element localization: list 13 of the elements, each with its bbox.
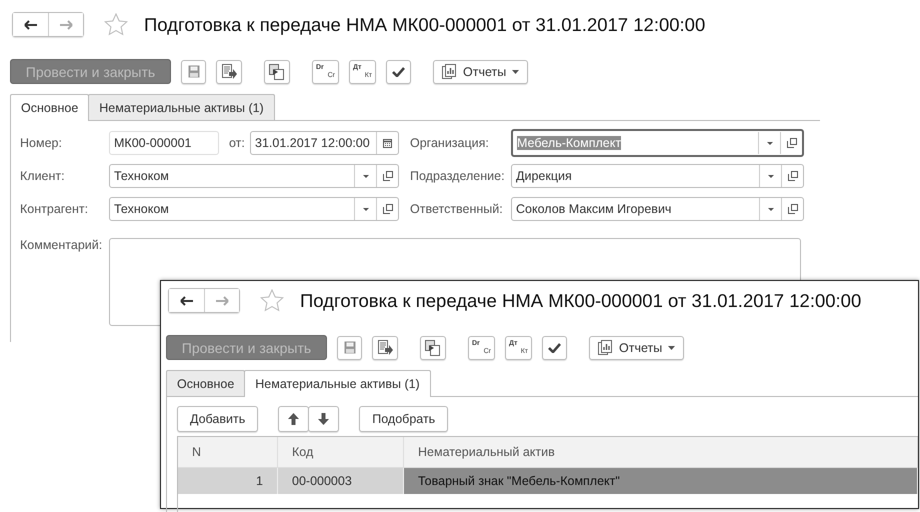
field-label: Контрагент: xyxy=(20,202,90,216)
table-cell: 1 xyxy=(178,468,278,494)
table-cell: Товарный знак "Мебель-Комплект" xyxy=(404,468,918,494)
field-label: Ответственный: xyxy=(410,202,504,216)
field-label: от: xyxy=(229,136,246,150)
window-title: Подготовка к передаче НМА МК00-000001 от 31.01.2017 12:00:00 xyxy=(144,14,706,36)
field-label: Номер: xyxy=(20,136,63,150)
field-label: Комментарий: xyxy=(20,238,104,252)
window-title: Подготовка к передаче НМА МК00-000001 от 31.01.2017 12:00:00 xyxy=(300,290,862,312)
table-cell: 00-000003 xyxy=(278,468,404,494)
field-label: Клиент: xyxy=(20,169,66,183)
field-label: Подразделение: xyxy=(410,169,506,183)
field-label: Организация: xyxy=(410,136,490,150)
